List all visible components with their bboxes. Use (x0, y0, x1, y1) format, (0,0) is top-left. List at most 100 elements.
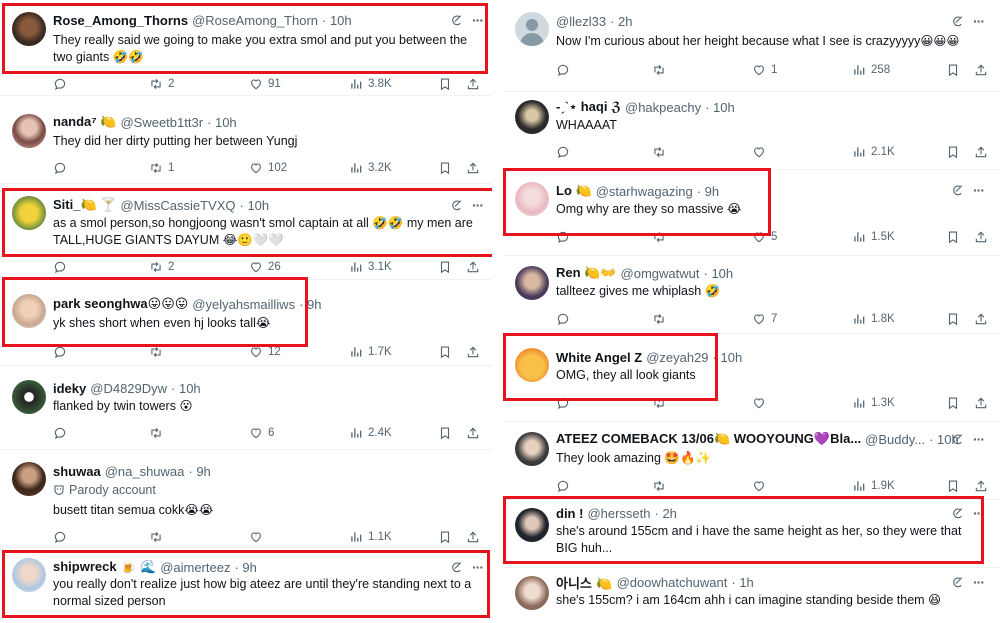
tweet-4[interactable]: ideky @D4829Dyw · 10h flanked by twin to… (0, 368, 492, 450)
more-icon[interactable]: ··· (973, 506, 985, 520)
like-button[interactable]: 6 (249, 425, 274, 441)
views-button[interactable]: 1.9K (852, 478, 895, 494)
tweet-r5[interactable]: ATEEZ COMEBACK 13/06🍋 WOOYOUNG💜Bla... @B… (503, 424, 1000, 500)
avatar[interactable] (12, 196, 46, 230)
avatar[interactable] (12, 462, 46, 496)
share-button[interactable] (974, 478, 988, 494)
display-name[interactable]: -ˏˋ⋆ haqi ℨ (556, 99, 621, 115)
tweet-1[interactable]: nanda⁷ 🍋 @Sweetb1tt3r · 10h They did her… (0, 100, 492, 184)
repost-button[interactable] (149, 529, 168, 545)
like-button[interactable] (249, 529, 268, 545)
bookmark-button[interactable] (438, 160, 452, 176)
more-icon[interactable]: ··· (973, 432, 985, 446)
repost-button[interactable] (652, 395, 671, 411)
avatar[interactable] (12, 380, 46, 414)
tweet-5[interactable]: shuwaa @na_shuwaa · 9h Parody account bu… (0, 452, 492, 548)
repost-button[interactable] (652, 229, 671, 245)
reply-button[interactable] (556, 144, 575, 160)
reply-button[interactable] (556, 62, 575, 78)
like-button[interactable]: 91 (249, 76, 281, 92)
handle[interactable]: @MissCassieTVXQ (120, 198, 235, 213)
avatar[interactable] (12, 294, 46, 328)
reply-button[interactable] (556, 311, 575, 327)
bookmark-button[interactable] (946, 229, 960, 245)
timestamp[interactable]: · 9h (188, 464, 210, 479)
avatar[interactable] (515, 348, 549, 382)
like-button[interactable]: 102 (249, 160, 287, 176)
bookmark-button[interactable] (438, 344, 452, 360)
views-button[interactable]: 2.1K (852, 144, 895, 160)
reply-button[interactable] (556, 395, 575, 411)
repost-button[interactable]: 2 (149, 259, 174, 275)
handle[interactable]: @RoseAmong_Thorn (192, 13, 318, 28)
handle[interactable]: @D4829Dyw (90, 381, 167, 396)
display-name[interactable]: 아니스 🍋 (556, 573, 613, 592)
like-button[interactable]: 12 (249, 344, 281, 360)
handle[interactable]: @hakpeachy (625, 100, 701, 115)
timestamp[interactable]: · 1h (731, 575, 753, 590)
avatar[interactable] (515, 576, 549, 610)
avatar[interactable] (515, 266, 549, 300)
tweet-0[interactable]: Rose_Among_Thorns @RoseAmong_Thorn · 10h… (0, 0, 492, 96)
timestamp[interactable]: · 2h (655, 506, 677, 521)
tweet-r6[interactable]: din ! @hersseth · 2h ··· she's around 15… (503, 502, 1000, 568)
views-button[interactable]: 3.2K (349, 160, 392, 176)
share-button[interactable] (466, 160, 480, 176)
display-name[interactable]: shuwaa (53, 464, 101, 479)
reply-button[interactable] (556, 229, 575, 245)
handle[interactable]: @yelyahsmailliws (192, 297, 295, 312)
timestamp[interactable]: · 10h (240, 198, 270, 213)
timestamp[interactable]: · 9h (299, 297, 321, 312)
more-icon[interactable]: ··· (973, 575, 985, 589)
reply-button[interactable] (53, 160, 72, 176)
repost-button[interactable] (149, 425, 168, 441)
bookmark-button[interactable] (946, 144, 960, 160)
timestamp[interactable]: · 10h (322, 13, 352, 28)
views-button[interactable]: 3.1K (349, 259, 392, 275)
handle[interactable]: @Buddy... (865, 432, 925, 447)
handle[interactable]: @omgwatwut (621, 266, 700, 281)
timestamp[interactable]: · 10h (171, 381, 201, 396)
more-icon[interactable]: ··· (472, 198, 484, 212)
reply-button[interactable] (53, 259, 72, 275)
share-button[interactable] (466, 425, 480, 441)
share-button[interactable] (974, 229, 988, 245)
share-button[interactable] (466, 529, 480, 545)
like-button[interactable]: 26 (249, 259, 281, 275)
repost-button[interactable] (149, 344, 168, 360)
like-button[interactable]: 5 (752, 229, 777, 245)
timestamp[interactable]: · 9h (234, 560, 256, 575)
bookmark-button[interactable] (438, 425, 452, 441)
avatar[interactable] (12, 114, 46, 148)
repost-button[interactable] (652, 478, 671, 494)
tweet-r1[interactable]: -ˏˋ⋆ haqi ℨ @hakpeachy · 10h WHAAAAT 2.1… (503, 92, 1000, 170)
handle[interactable]: @aimerteez (160, 560, 230, 575)
display-name[interactable]: Siti_🍋 🍸 (53, 197, 116, 213)
tweet-r4[interactable]: White Angel Z @zeyah29 · 10h OMG, they a… (503, 336, 1000, 422)
handle[interactable]: @starhwagazing (596, 184, 693, 199)
repost-button[interactable] (652, 62, 671, 78)
handle[interactable]: @hersseth (587, 506, 650, 521)
display-name[interactable]: shipwreck 🍺 🌊 (53, 559, 156, 575)
share-button[interactable] (466, 76, 480, 92)
grok-icon[interactable] (450, 561, 463, 574)
bookmark-button[interactable] (438, 76, 452, 92)
views-button[interactable]: 1.7K (349, 344, 392, 360)
views-button[interactable]: 3.8K (349, 76, 392, 92)
timestamp[interactable]: · 10h (207, 115, 237, 130)
avatar[interactable] (515, 432, 549, 466)
timestamp[interactable]: · 2h (610, 14, 632, 29)
timestamp[interactable]: · 9h (697, 184, 719, 199)
avatar[interactable] (515, 508, 549, 542)
like-button[interactable] (752, 478, 771, 494)
views-button[interactable]: 1.5K (852, 229, 895, 245)
grok-icon[interactable] (450, 14, 463, 27)
timestamp[interactable]: · 10h (705, 100, 735, 115)
handle[interactable]: @zeyah29 (646, 350, 708, 365)
display-name[interactable]: park seonghwa😛😛😛 (53, 296, 188, 312)
tweet-r3[interactable]: Ren 🍋👐 @omgwatwut · 10h tallteez gives m… (503, 258, 1000, 334)
bookmark-button[interactable] (946, 395, 960, 411)
avatar[interactable] (515, 100, 549, 134)
tweet-r7[interactable]: 아니스 🍋 @doowhatchuwant · 1h ··· she's 155… (503, 570, 1000, 623)
share-button[interactable] (466, 259, 480, 275)
